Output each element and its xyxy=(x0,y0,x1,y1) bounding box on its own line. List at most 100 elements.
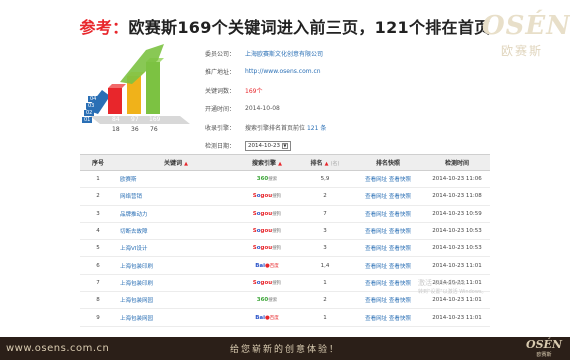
check-date-select[interactable]: 2014-10-23 ▼ xyxy=(245,140,291,151)
sort-icon: ▲ xyxy=(324,161,329,167)
check-time: 2014-10-23 11:08 xyxy=(432,193,482,200)
view-url-link[interactable]: 查看网址 xyxy=(365,264,387,270)
open-date: 2014-10-08 xyxy=(245,105,280,113)
view-snapshot-link[interactable]: 查看快照 xyxy=(389,212,411,218)
rank-value: 2 xyxy=(323,193,327,200)
rank-value: 5,9 xyxy=(320,176,330,183)
engine-baidu-icon: Bai ● 百度 xyxy=(255,262,279,269)
table-row: 4 切断去故障 So gou 搜狗 3 查看网址 查看快照 2014-10-23 10:53 xyxy=(80,223,490,241)
keyword-cell: 欧赛斯 xyxy=(116,175,236,183)
snapshot-cell: 查看网址 查看快照 xyxy=(352,227,424,235)
engine-sogou-icon: So gou 搜狗 xyxy=(252,193,282,200)
table-row: 9 上海包装网园 Bai ● 百度 1 查看网址 查看快照 2014-10-23 11:01 xyxy=(80,309,490,327)
footer-logo: OSÉN 欧赛斯 xyxy=(526,339,562,359)
view-url-link[interactable]: 查看网址 xyxy=(365,246,387,252)
sort-icon: ▲ xyxy=(278,161,282,167)
company-link[interactable]: 上海欧赛斯文化创意有限公司 xyxy=(245,49,323,58)
sort-icon: ▲ xyxy=(184,161,188,167)
engine-sogou-icon: So gou 搜狗 xyxy=(252,228,282,235)
row-no: 3 xyxy=(96,210,100,217)
engine-cell: Bai ● 百度 xyxy=(236,315,298,321)
rank-value: 7 xyxy=(323,210,327,217)
top-number-2: 97 xyxy=(131,116,139,123)
view-snapshot-link[interactable]: 查看快照 xyxy=(389,246,411,252)
bar-illustration xyxy=(82,44,190,124)
info-label: 委员公司： xyxy=(205,50,236,58)
stats-illustration: 04 03 02 01 84 97 169 18 36 76 xyxy=(80,44,200,139)
watermark-line1: 激活 Windows xyxy=(418,279,466,287)
table-row: 1 欧赛斯 360 搜索 5,9 查看网址 查看快照 2014-10-23 11:06 xyxy=(80,171,490,189)
info-label: 检测日期： xyxy=(205,143,236,151)
row-no: 2 xyxy=(96,193,100,200)
keyword-count: 169个 xyxy=(245,87,263,95)
view-url-link[interactable]: 查看网址 xyxy=(365,316,387,322)
col-rank[interactable]: 排名 ▲ (名) xyxy=(298,158,352,167)
rank-value: 3 xyxy=(323,228,327,235)
col-no: 序号 xyxy=(91,160,104,167)
row-no: 7 xyxy=(96,279,100,286)
view-snapshot-link[interactable]: 查看快照 xyxy=(389,229,411,235)
view-snapshot-link[interactable]: 查看快照 xyxy=(389,264,411,270)
title-prefix: 参考： xyxy=(79,18,129,37)
view-snapshot-link[interactable]: 查看快照 xyxy=(389,316,411,322)
promo-url-link[interactable]: http://www.osens.com.cn xyxy=(245,68,321,75)
view-snapshot-link[interactable]: 查看快照 xyxy=(389,194,411,200)
engine-cell: So gou 搜狗 xyxy=(236,211,298,217)
engine-cell: So gou 搜狗 xyxy=(236,245,298,251)
keyword-link[interactable]: 切断去故障 xyxy=(120,229,148,235)
keyword-link[interactable]: 网络营销 xyxy=(120,194,142,200)
snapshot-cell: 查看网址 查看快照 xyxy=(352,279,424,287)
windows-watermark: 激活 Windows 转到"设置"以激活 Windows。 xyxy=(418,278,487,295)
engine-sogou-icon: So gou 搜狗 xyxy=(252,210,282,217)
view-url-link[interactable]: 查看网址 xyxy=(365,281,387,287)
snapshot-cell: 查看网址 查看快照 xyxy=(352,210,424,218)
view-url-link[interactable]: 查看网址 xyxy=(365,177,387,183)
info-label: 推广地址： xyxy=(205,69,236,77)
view-snapshot-link[interactable]: 查看快照 xyxy=(389,281,411,287)
engine-summary-prefix: 搜索引擎排名首页前位 xyxy=(245,124,306,132)
col-snapshot: 排名快照 xyxy=(375,160,400,167)
snapshot-cell: 查看网址 查看快照 xyxy=(352,296,424,304)
col-time: 检测时间 xyxy=(444,160,469,167)
view-url-link[interactable]: 查看网址 xyxy=(365,229,387,235)
keyword-link[interactable]: 上海包装网园 xyxy=(120,316,153,322)
view-snapshot-link[interactable]: 查看快照 xyxy=(389,177,411,183)
col-keyword[interactable]: 关键词 ▲ xyxy=(116,158,236,167)
engine-cell: So gou 搜狗 xyxy=(236,280,298,286)
rank-value: 1 xyxy=(323,279,327,286)
keyword-link[interactable]: 上海包装印刷 xyxy=(120,264,153,270)
check-time: 2014-10-23 11:06 xyxy=(432,176,482,183)
check-time: 2014-10-23 10:59 xyxy=(432,210,482,217)
top-number-3: 169 xyxy=(149,116,161,123)
keyword-cell: 上海包装印刷 xyxy=(116,262,236,270)
snapshot-cell: 查看网址 查看快照 xyxy=(352,314,424,322)
badge-03: 03 xyxy=(88,103,95,109)
row-no: 6 xyxy=(96,262,100,269)
keyword-cell: 上海包装印刷 xyxy=(116,279,236,287)
bottom-number-2: 36 xyxy=(131,126,139,133)
info-row-check-date: 检测日期： 2014-10-23 ▼ xyxy=(205,137,326,156)
keyword-link[interactable]: 上海包装印刷 xyxy=(120,281,153,287)
keyword-link[interactable]: 品牌推动力 xyxy=(120,212,148,218)
engine-summary-suffix: 条 xyxy=(320,124,327,132)
keyword-link[interactable]: 欧赛斯 xyxy=(120,177,137,183)
keyword-link[interactable]: 上海VI设计 xyxy=(120,246,147,252)
view-url-link[interactable]: 查看网址 xyxy=(365,298,387,304)
view-url-link[interactable]: 查看网址 xyxy=(365,212,387,218)
snapshot-cell: 查看网址 查看快照 xyxy=(352,175,424,183)
title-main: 欧赛斯169个关键词进入前三页，121个排在首页 xyxy=(128,18,491,37)
view-url-link[interactable]: 查看网址 xyxy=(365,194,387,200)
table-row: 5 上海VI设计 So gou 搜狗 3 查看网址 查看快照 2014-10-23 10:53 xyxy=(80,240,490,258)
check-time: 2014-10-23 10:53 xyxy=(432,228,482,235)
logo-cn: 欧赛斯 xyxy=(500,44,543,58)
bottom-number-1: 18 xyxy=(112,126,120,133)
view-snapshot-link[interactable]: 查看快照 xyxy=(389,298,411,304)
col-engine[interactable]: 搜索引擎 ▲ xyxy=(236,158,298,167)
row-no: 5 xyxy=(96,245,100,252)
engine-cell: So gou 搜狗 xyxy=(236,193,298,199)
rank-value: 2 xyxy=(323,297,327,304)
snapshot-cell: 查看网址 查看快照 xyxy=(352,192,424,200)
badge-01: 01 xyxy=(84,117,91,123)
keyword-link[interactable]: 上海包装网园 xyxy=(120,298,153,304)
rank-value: 3 xyxy=(323,245,327,252)
